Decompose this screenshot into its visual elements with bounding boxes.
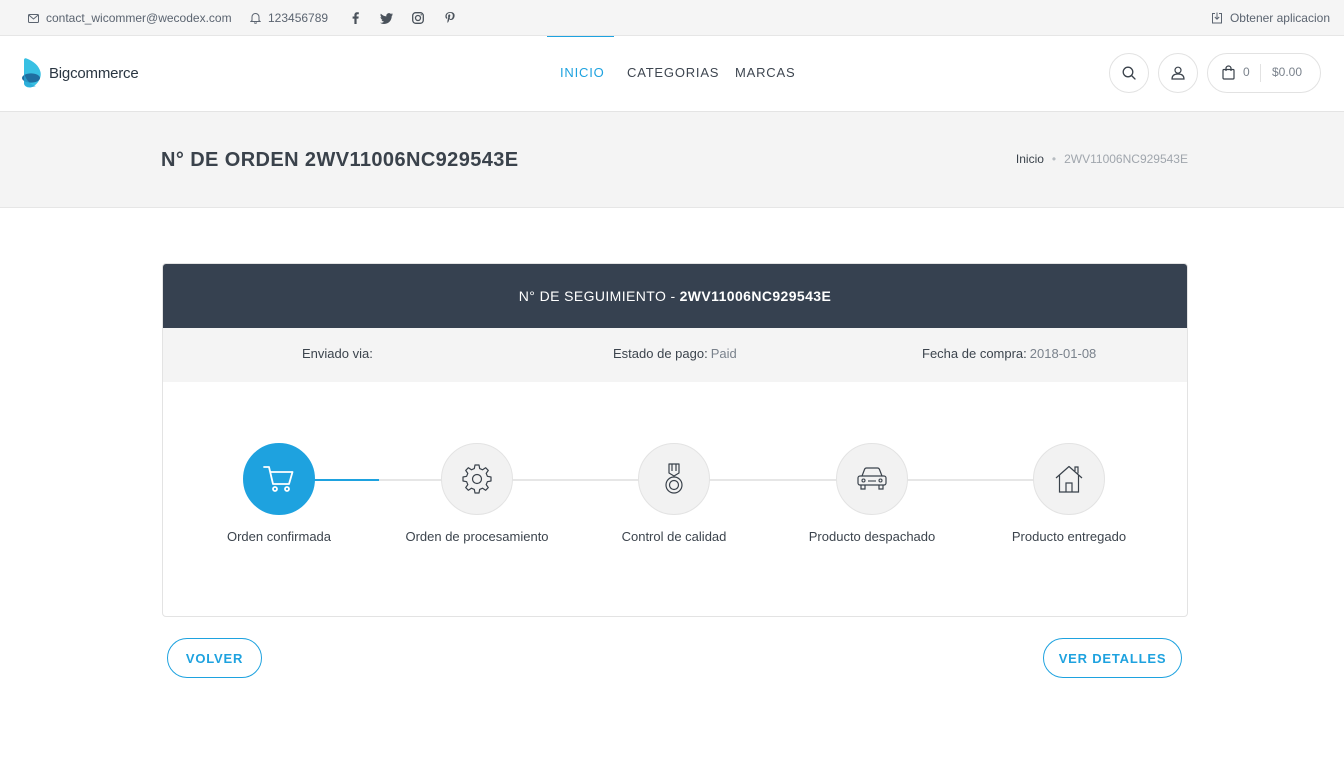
step-orden-procesamiento xyxy=(441,443,513,515)
shipping-method-label: Enviado via: xyxy=(302,346,373,361)
purchase-date-value: 2018-01-08 xyxy=(1029,346,1097,361)
main-header: Bigcommerce INICIO CATEGORIAS MARCAS 0 $… xyxy=(0,36,1344,112)
nav-item-categorias[interactable]: CATEGORIAS xyxy=(627,65,719,80)
logo[interactable]: Bigcommerce xyxy=(22,58,139,88)
logo-text: Bigcommerce xyxy=(49,64,139,82)
bell-icon xyxy=(250,12,261,24)
cart-total: $0.00 xyxy=(1272,65,1303,79)
get-app-text: Obtener aplicacion xyxy=(1229,11,1330,25)
step-label: Control de calidad xyxy=(621,529,727,544)
cart-count: 0 xyxy=(1243,65,1250,79)
download-icon xyxy=(1211,12,1223,24)
contact-email-text: contact_wicommer@wecodex.com xyxy=(46,11,232,25)
step-label: Orden confirmada xyxy=(226,529,332,544)
purchase-date: Fecha de compra: 2018-01-08 xyxy=(922,346,1096,361)
contact-phone[interactable]: 123456789 xyxy=(250,0,328,36)
step-label: Orden de procesamiento xyxy=(405,529,549,544)
search-icon xyxy=(1122,66,1136,80)
step-label: Producto despachado xyxy=(808,529,936,544)
facebook-icon[interactable] xyxy=(345,0,365,36)
breadcrumb-home[interactable]: Inicio xyxy=(1016,152,1044,166)
nav-item-marcas[interactable]: MARCAS xyxy=(735,65,795,80)
user-icon xyxy=(1171,66,1185,80)
cart-divider xyxy=(1260,64,1261,82)
order-info-bar: Enviado via: Estado de pago: Paid Fecha d… xyxy=(163,328,1187,382)
account-button[interactable] xyxy=(1158,53,1198,93)
step-control-calidad xyxy=(638,443,710,515)
payment-status-value: Paid xyxy=(710,346,737,361)
shipping-method: Enviado via: xyxy=(302,346,376,361)
mail-icon xyxy=(28,13,39,23)
breadcrumb: Inicio • 2WV11006NC929543E xyxy=(1016,152,1188,166)
page-title: N° DE ORDEN 2WV11006NC929543E xyxy=(161,149,519,171)
cart-button[interactable]: 0 $0.00 xyxy=(1207,53,1321,93)
nav-active-indicator xyxy=(547,36,614,37)
tracking-code: 2WV11006NC929543E xyxy=(679,288,832,304)
nav-item-inicio[interactable]: INICIO xyxy=(560,65,605,80)
medal-icon xyxy=(665,463,683,494)
contact-email[interactable]: contact_wicommer@wecodex.com xyxy=(28,0,232,36)
logo-icon xyxy=(22,58,41,88)
page-title-band: N° DE ORDEN 2WV11006NC929543E Inicio • 2… xyxy=(0,112,1344,208)
search-button[interactable] xyxy=(1109,53,1149,93)
tracking-heading-label: N° DE SEGUIMIENTO - xyxy=(518,288,676,304)
pinterest-icon[interactable] xyxy=(440,0,460,36)
back-button[interactable]: VOLVER xyxy=(167,638,262,678)
contact-phone-text: 123456789 xyxy=(268,11,329,25)
step-label: Producto entregado xyxy=(1011,529,1127,544)
get-app-link[interactable]: Obtener aplicacion xyxy=(1211,0,1330,36)
gear-icon xyxy=(462,464,492,494)
purchase-date-label: Fecha de compra: xyxy=(922,346,1027,361)
step-producto-despachado xyxy=(836,443,908,515)
bag-icon xyxy=(1222,65,1235,80)
payment-status: Estado de pago: Paid xyxy=(613,346,737,361)
breadcrumb-separator: • xyxy=(1051,152,1057,166)
car-icon xyxy=(857,467,887,490)
cart-icon xyxy=(263,466,294,492)
step-producto-entregado xyxy=(1033,443,1105,515)
tracking-header: N° DE SEGUIMIENTO - 2WV11006NC929543E xyxy=(163,264,1187,328)
instagram-icon[interactable] xyxy=(408,0,428,36)
payment-status-label: Estado de pago: xyxy=(613,346,708,361)
house-icon xyxy=(1055,465,1083,493)
breadcrumb-current: 2WV11006NC929543E xyxy=(1064,152,1188,166)
top-bar: contact_wicommer@wecodex.com 123456789 O… xyxy=(0,0,1344,36)
view-details-button[interactable]: VER DETALLES xyxy=(1043,638,1182,678)
twitter-icon[interactable] xyxy=(376,0,396,36)
tracking-card: N° DE SEGUIMIENTO - 2WV11006NC929543E En… xyxy=(162,263,1188,617)
step-orden-confirmada xyxy=(243,443,315,515)
